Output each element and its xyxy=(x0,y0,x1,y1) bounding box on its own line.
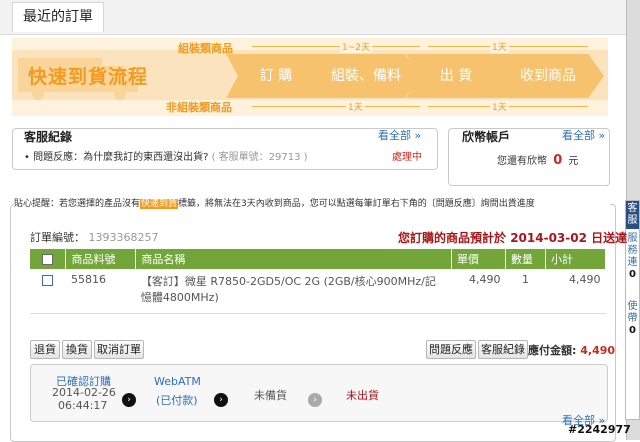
track-step-ship: 未出貨 xyxy=(346,389,379,402)
total-label: 應付金額: xyxy=(528,344,577,357)
eta-suffix: 日送達 xyxy=(591,231,628,245)
side-service-tab[interactable]: 客服 服務 連 0 使 帶 0 xyxy=(625,200,640,420)
eta-line: 您訂購的商品預計於 2014-03-02 日送達 xyxy=(398,229,627,246)
item-subtotal: 4,490 xyxy=(545,269,606,314)
item-sku: 55816 xyxy=(65,269,136,314)
step-arrow-icon: › xyxy=(214,393,228,407)
duration-line xyxy=(252,106,420,107)
order-number: 訂單編號： 1393368257 xyxy=(30,229,159,245)
cancel-order-button[interactable]: 取消訂單 xyxy=(94,340,144,359)
notice-prefix: 貼心提醒：若您選擇的產品沒有 xyxy=(14,199,141,209)
item-qty: 1 xyxy=(505,269,546,314)
flow-step-assemble: 組裝、備料 xyxy=(312,54,420,98)
item-name[interactable]: 【客訂】微星 R7850-2GD5/OC 2G (2GB/核心900MHz/記憶… xyxy=(135,269,452,314)
duration-bottom-1: 1天 xyxy=(346,100,365,113)
duration-top-1: 1~2天 xyxy=(340,40,372,53)
duration-top-2: 1天 xyxy=(490,40,509,53)
balance-value: 0 xyxy=(553,153,563,168)
balance-unit: 元 xyxy=(568,156,579,167)
issue-report-button[interactable]: 問題反應 xyxy=(426,340,476,359)
service-ticket: ( 客服單號：29713 ) xyxy=(211,152,308,163)
side-tab-header: 客服 xyxy=(626,201,639,229)
step-arrow-icon: › xyxy=(308,393,322,407)
order-number-value: 1393368257 xyxy=(88,231,159,244)
notice-suffix: 標籤，將無法在3天內收到商品，您可以點選每筆訂單右下角的〔問題反應〕詢問出貨進度 xyxy=(178,199,535,209)
total-amount: 4,490 xyxy=(580,344,616,357)
flow-step-order: 訂 購 xyxy=(226,54,326,98)
service-record-title: 客服紀錄 xyxy=(24,130,73,144)
col-header-subtotal: 小計 xyxy=(545,249,607,269)
flow-bottom-label: 非組裝類商品 xyxy=(166,101,232,114)
step-arrow-icon: › xyxy=(122,393,136,407)
flow-step-ship: 出 貨 xyxy=(406,54,506,98)
side-tab-line: 0 xyxy=(629,325,636,336)
service-see-all-link[interactable]: 看全部 » xyxy=(378,127,421,143)
return-button[interactable]: 退貨 xyxy=(30,340,60,359)
side-tab-line: 0 xyxy=(629,269,636,280)
order-number-label: 訂單編號： xyxy=(30,231,85,244)
order-items-table: 商品料號 商品名稱 單價 數量 小計 55816 【客訂】微星 R7850-2G… xyxy=(30,249,607,314)
col-header-qty: 數量 xyxy=(505,249,546,269)
flow-step-receive: 收到商品 xyxy=(492,54,604,98)
notice-text: 貼心提醒：若您選擇的產品沒有快速到貨標籤，將無法在3天內收到商品，您可以點選每筆… xyxy=(14,196,610,209)
flow-heading: 快速到貨流程 xyxy=(28,66,149,88)
track-step-date: 2014-02-26 xyxy=(52,386,116,399)
col-header-name: 商品名稱 xyxy=(135,249,453,269)
service-status: 處理中 xyxy=(392,152,422,163)
balance-line: 您還有欣幣 0 元 xyxy=(497,152,578,168)
eta-date: 2014-03-02 xyxy=(510,231,587,245)
table-row: 55816 【客訂】微星 R7850-2GD5/OC 2G (2GB/核心900… xyxy=(30,269,606,314)
side-tab-line: 使 xyxy=(627,301,638,312)
order-tracking-bar xyxy=(30,364,608,422)
duration-bottom-2: 1天 xyxy=(490,100,509,113)
watermark: #2242977 xyxy=(568,423,631,436)
account-see-all-link[interactable]: 看全部 » xyxy=(562,127,605,143)
service-item[interactable]: • 問題反應：為什麼我訂的東西還沒出貨? ( 客服單號：29713 ) xyxy=(24,148,308,163)
side-tab-line: 服務 xyxy=(627,233,638,256)
select-all-checkbox[interactable] xyxy=(42,254,54,265)
side-tab-line: 連 xyxy=(627,257,638,268)
side-tab-line: 帶 xyxy=(627,313,638,324)
page-title: 最近的訂單 xyxy=(12,2,104,32)
flow-top-label: 組裝類商品 xyxy=(178,42,233,55)
select-all-header[interactable] xyxy=(30,249,67,269)
exchange-button[interactable]: 換貨 xyxy=(62,340,92,359)
balance-label: 您還有欣幣 xyxy=(497,156,547,167)
track-step-payment: WebATM xyxy=(154,375,201,388)
service-log-button[interactable]: 客服紀錄 xyxy=(478,340,528,359)
bullet-icon: • xyxy=(24,152,34,163)
row-checkbox[interactable] xyxy=(42,274,54,286)
service-item-text: 問題反應：為什麼我訂的東西還沒出貨? xyxy=(33,152,209,163)
duration-line xyxy=(252,46,420,47)
track-step-time: 06:44:17 xyxy=(58,399,108,412)
delivery-flow-banner: 快速到貨流程 組裝類商品 非組裝類商品 1~2天 1天 1天 1天 訂 購 組裝… xyxy=(12,38,608,116)
fast-delivery-tag: 快速到貨 xyxy=(140,199,179,209)
track-step-prepare: 未備貨 xyxy=(254,389,287,402)
table-header-row: 商品料號 商品名稱 單價 數量 小計 xyxy=(30,249,607,269)
track-step-payment-status: (已付款) xyxy=(156,394,198,407)
item-price: 4,490 xyxy=(451,269,506,314)
eta-label: 您訂購的商品預計於 xyxy=(398,231,507,245)
col-header-price: 單價 xyxy=(451,249,507,269)
coin-account-title: 欣幣帳戶 xyxy=(462,130,511,144)
total-line: 應付金額: 4,490 xyxy=(528,342,615,358)
row-select-cell[interactable] xyxy=(30,269,66,314)
col-header-sku: 商品料號 xyxy=(65,249,137,269)
